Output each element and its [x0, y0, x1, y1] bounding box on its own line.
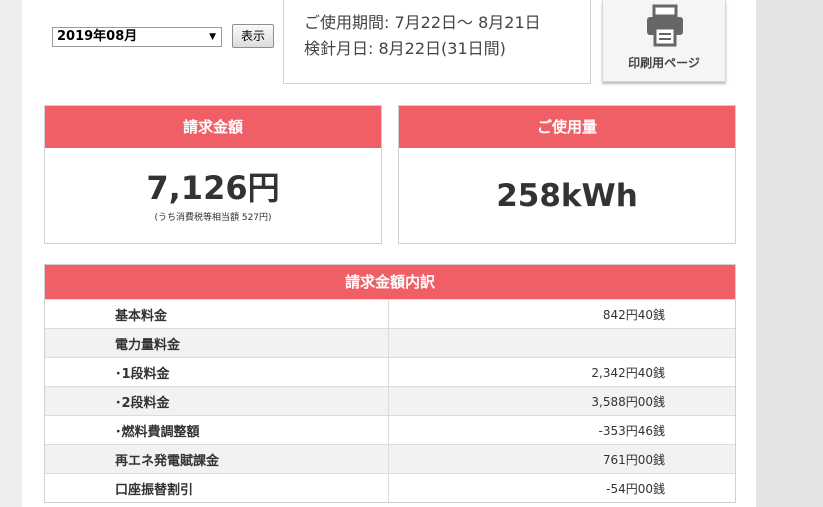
billing-amount-card: 請求金額 7,126円 (うち消費税等相当額 527円): [44, 105, 382, 244]
month-select-value: 2019年08月: [57, 29, 138, 44]
printer-icon: [647, 4, 683, 47]
table-row: 電力量料金: [45, 328, 735, 358]
tax-note: (うち消費税等相当額 527円): [154, 213, 272, 223]
breakdown-table: 基本料金 842円40銭 電力量料金 ･1段料金 2,342円40銭 ･2段料金…: [45, 299, 735, 502]
show-button[interactable]: 表示: [232, 24, 274, 48]
usage-period: ご使用期間: 7月22日～ 8月21日: [304, 13, 541, 32]
print-page-label: 印刷用ページ: [628, 56, 700, 70]
row-value: 2,342円40銭: [388, 357, 735, 387]
row-value: -54円00銭: [388, 473, 735, 502]
row-value: 842円40銭: [388, 299, 735, 329]
row-label: 電力量料金: [45, 328, 389, 358]
billing-amount-value: 7,126円: [146, 169, 280, 207]
usage-card: ご使用量 258kWh: [398, 105, 736, 244]
row-value: [388, 328, 735, 358]
period-info: ご使用期間: 7月22日～ 8月21日 検針月日: 8月22日(31日間): [283, 0, 591, 84]
billing-amount-title: 請求金額: [45, 106, 381, 148]
row-value: 3,588円00銭: [388, 386, 735, 416]
table-row: ･燃料費調整額 -353円46銭: [45, 415, 735, 445]
row-label: ･2段料金: [45, 386, 389, 416]
row-value: 761円00銭: [388, 444, 735, 474]
table-row: 再エネ発電賦課金 761円00銭: [45, 444, 735, 474]
table-row: ･1段料金 2,342円40銭: [45, 357, 735, 387]
row-label: 再エネ発電賦課金: [45, 444, 389, 474]
table-row: ･2段料金 3,588円00銭: [45, 386, 735, 416]
row-label: 基本料金: [45, 299, 389, 329]
reading-date: 検針月日: 8月22日(31日間): [304, 39, 506, 58]
table-row: 基本料金 842円40銭: [45, 299, 735, 329]
breakdown-title: 請求金額内訳: [45, 265, 735, 299]
row-label: ･燃料費調整額: [45, 415, 389, 445]
billing-breakdown: 請求金額内訳 基本料金 842円40銭 電力量料金 ･1段料金 2,342円40…: [44, 264, 736, 503]
table-row: 口座振替割引 -54円00銭: [45, 473, 735, 502]
row-label: 口座振替割引: [45, 473, 389, 502]
print-page-button[interactable]: 印刷用ページ: [602, 0, 726, 82]
usage-value: 258kWh: [496, 178, 638, 214]
chevron-down-icon: ▼: [209, 32, 216, 42]
usage-title: ご使用量: [399, 106, 735, 148]
left-margin: [0, 0, 22, 507]
right-margin: [756, 0, 823, 507]
row-value: -353円46銭: [388, 415, 735, 445]
month-select[interactable]: 2019年08月 ▼: [52, 27, 222, 47]
row-label: ･1段料金: [45, 357, 389, 387]
